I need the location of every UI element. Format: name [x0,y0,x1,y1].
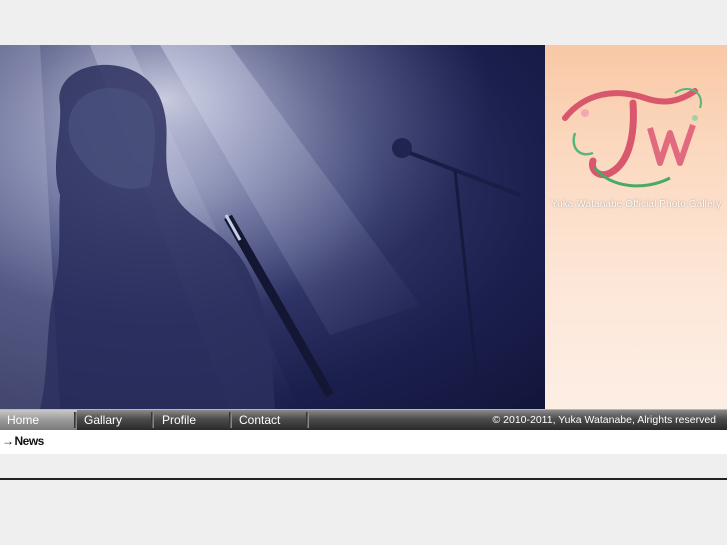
hero-banner: Yuka Watanabe Official Photo Gallery [0,45,727,409]
site-tagline: Yuka Watanabe Official Photo Gallery [550,199,722,210]
nav-home[interactable]: Home [0,410,77,430]
brand-panel: Yuka Watanabe Official Photo Gallery [545,45,727,409]
news-heading[interactable]: →News [2,434,44,448]
arrow-right-icon: → [2,434,14,448]
nav-profile[interactable]: Profile [155,410,232,430]
yw-logo-icon [562,88,702,188]
news-section: →News [0,430,727,454]
copyright-text: © 2010-2011, Yuka Watanabe, Alrights res… [492,414,716,426]
main-navigation: Home Gallary Profile Contact © 2010-2011… [0,409,727,430]
nav-gallary[interactable]: Gallary [77,410,154,430]
news-label: News [14,434,45,448]
concert-photo-illustration [0,45,545,409]
footer-divider [0,478,727,480]
nav-contact[interactable]: Contact [232,410,309,430]
hero-photo [0,45,545,409]
